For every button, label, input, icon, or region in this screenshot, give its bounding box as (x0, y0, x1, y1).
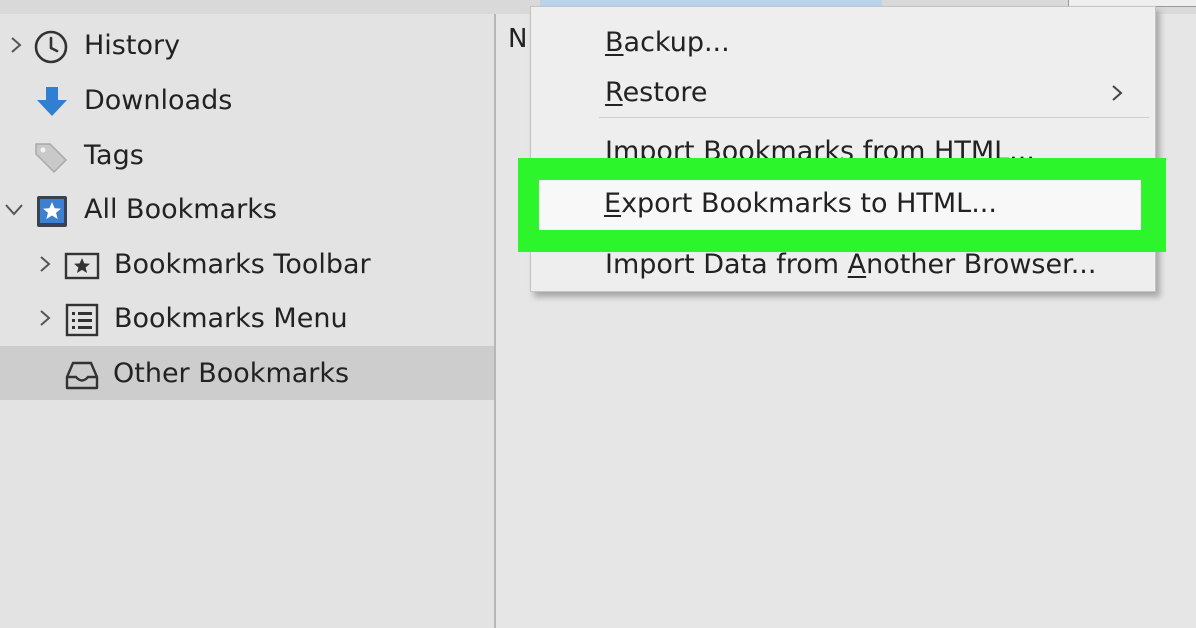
menu-item-label: Export Bookmarks to HTML... (604, 188, 997, 219)
list-menu-icon (64, 302, 100, 338)
column-header-name[interactable]: N (508, 22, 527, 56)
sidebar-item-all-bookmarks[interactable]: All Bookmarks (0, 182, 494, 236)
sidebar-item-label: All Bookmarks (84, 194, 277, 225)
star-toolbar-icon (64, 248, 100, 284)
chevron-right-icon[interactable] (37, 254, 53, 274)
tag-icon (33, 139, 69, 175)
sidebar-item-label: Other Bookmarks (113, 358, 350, 389)
clock-icon (33, 29, 69, 65)
sidebar-item-bookmarks-toolbar[interactable]: Bookmarks Toolbar (0, 237, 494, 291)
chevron-right-icon[interactable] (37, 308, 53, 328)
menu-item-label: Import Data from Another Browser... (605, 249, 1097, 280)
sidebar-item-other-bookmarks[interactable]: Other Bookmarks (0, 346, 494, 400)
sidebar-item-tags[interactable]: Tags (0, 128, 494, 182)
sidebar-item-history[interactable]: History (0, 18, 494, 72)
menu-item-restore[interactable]: Restore (531, 67, 1155, 119)
sidebar-item-label: Bookmarks Toolbar (114, 249, 371, 280)
sidebar-item-label: Downloads (84, 85, 233, 116)
tray-icon (64, 357, 100, 393)
menu-item-backup[interactable]: Backup... (531, 17, 1155, 69)
chevron-right-icon[interactable] (8, 35, 24, 55)
menu-separator (599, 117, 1149, 118)
sidebar-item-bookmarks-menu[interactable]: Bookmarks Menu (0, 291, 494, 345)
menu-item-label: Restore (605, 77, 708, 108)
sidebar-item-label: History (84, 30, 181, 61)
sidebar-item-label: Bookmarks Menu (114, 303, 348, 334)
menu-item-label: Backup... (605, 27, 730, 58)
bookmarks-library-icon (34, 193, 70, 229)
download-arrow-icon (34, 84, 70, 120)
sidebar-item-label: Tags (84, 140, 144, 171)
chevron-down-icon[interactable] (4, 202, 23, 222)
chevron-right-icon (1109, 82, 1125, 104)
sidebar-item-downloads[interactable]: Downloads (0, 73, 494, 127)
